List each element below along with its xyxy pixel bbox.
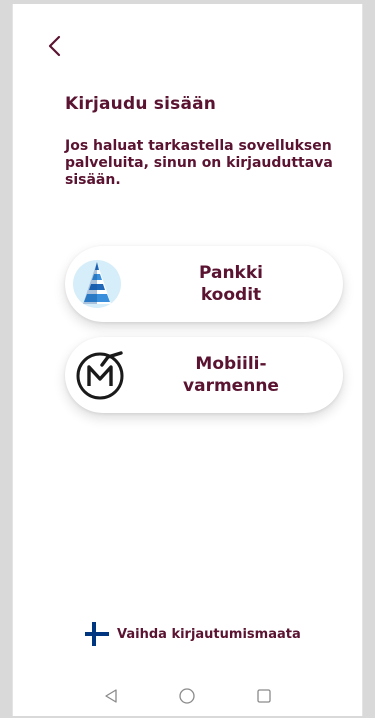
chevron-left-icon [48,35,61,57]
page-description: Jos haluat tarkastella sovelluksen palve… [65,138,333,188]
finnish-flag-icon [85,622,109,646]
system-navigation-bar [13,676,362,716]
change-login-country-label: Vaihda kirjautumismaata [117,626,301,642]
bank-codes-icon [69,256,131,312]
system-recents-button[interactable] [252,684,276,708]
bank-codes-label: Pankki koodit [198,263,263,305]
app-screen: Kirjaudu sisään Jos haluat tarkastella s… [12,4,363,716]
mobile-certificate-icon [69,347,131,403]
system-back-button[interactable] [99,684,123,708]
back-button[interactable] [39,30,69,62]
page-title: Kirjaudu sisään [65,94,217,114]
square-recents-icon [257,689,271,703]
system-home-button[interactable] [175,684,199,708]
triangle-back-icon [105,689,117,703]
bank-codes-button[interactable]: Pankki koodit [65,246,343,322]
circle-home-icon [179,688,196,704]
mobile-certificate-label: Mobiili- varmenne [183,354,279,396]
mobile-certificate-button[interactable]: Mobiili- varmenne [65,337,343,413]
change-login-country-link[interactable]: Vaihda kirjautumismaata [85,622,301,646]
